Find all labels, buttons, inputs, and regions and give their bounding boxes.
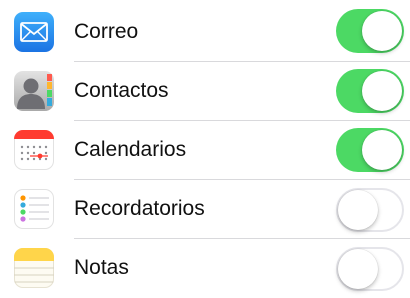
settings-row-label: Contactos (74, 79, 169, 102)
settings-row-contacts[interactable]: Contactos (0, 62, 410, 121)
contacts-toggle[interactable] (336, 69, 404, 113)
settings-row-calendars[interactable]: Calendarios (0, 121, 410, 180)
settings-row-notes[interactable]: Notas (0, 239, 410, 298)
reminders-icon (14, 189, 54, 229)
mail-icon (14, 12, 54, 52)
mail-toggle[interactable] (336, 9, 404, 53)
toggle-knob (362, 71, 402, 111)
notes-toggle[interactable] (336, 247, 404, 291)
reminders-toggle[interactable] (336, 188, 404, 232)
settings-row-reminders[interactable]: Recordatorios (0, 180, 410, 239)
settings-row-label: Notas (74, 256, 129, 279)
settings-row-label: Calendarios (74, 138, 187, 161)
toggle-knob (338, 190, 378, 230)
settings-row-mail[interactable]: Correo (0, 3, 410, 62)
toggle-knob (338, 249, 378, 289)
sync-settings-list: Correo Contactos Calendarios Recordatori… (0, 0, 410, 291)
settings-row-label: Correo (74, 20, 139, 43)
calendars-toggle[interactable] (336, 128, 404, 172)
toggle-knob (362, 11, 402, 51)
notes-icon (14, 248, 54, 288)
settings-row-label: Recordatorios (74, 197, 205, 220)
calendar-icon (14, 130, 54, 170)
contacts-icon (14, 71, 54, 111)
toggle-knob (362, 130, 402, 170)
